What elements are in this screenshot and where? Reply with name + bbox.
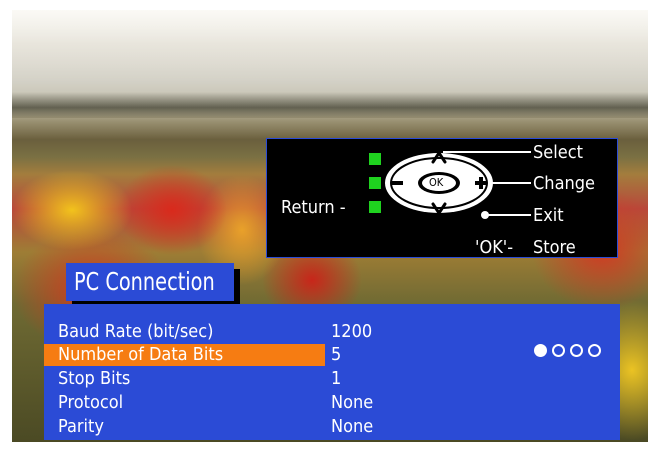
page-title: PC Connection	[74, 267, 215, 296]
store-label: Store	[533, 237, 576, 258]
settings-menu-panel: Baud Rate (bit/sec) 1200 Number of Data …	[44, 304, 620, 440]
menu-row-value: 5	[331, 344, 342, 365]
menu-row-protocol[interactable]: Protocol None	[44, 392, 620, 414]
change-label: Change	[533, 173, 596, 194]
remote-help-panel: OK Select Change Exit Return - 'OK'- Sto…	[266, 138, 618, 258]
menu-row-label: Parity	[58, 416, 104, 437]
menu-title-tab: PC Connection	[66, 263, 234, 301]
indicator-square-bottom	[369, 201, 381, 213]
menu-row-value: None	[331, 392, 374, 413]
ok-button-label: OK	[429, 176, 444, 189]
select-label: Select	[533, 142, 583, 163]
menu-row-label: Baud Rate (bit/sec)	[58, 321, 214, 342]
menu-row-label: Stop Bits	[58, 368, 131, 389]
menu-row-value: 1	[331, 368, 342, 389]
menu-row-value: 1200	[331, 321, 373, 342]
tree-line	[12, 92, 648, 118]
indicator-square-middle	[369, 177, 381, 189]
sky-haze	[12, 10, 648, 140]
menu-row-baud-rate[interactable]: Baud Rate (bit/sec) 1200	[44, 321, 620, 343]
menu-row-value: None	[331, 416, 374, 437]
ok-key-label: 'OK'-	[475, 237, 514, 258]
page-dot-icon	[570, 344, 583, 357]
menu-row-label: Protocol	[58, 392, 124, 413]
indicator-square-top	[369, 153, 381, 165]
menu-row-stop-bits[interactable]: Stop Bits 1	[44, 368, 620, 390]
page-dot-icon-filled	[534, 344, 547, 357]
page-dot-icon	[552, 344, 565, 357]
page-dot-icon	[588, 344, 601, 357]
menu-row-parity[interactable]: Parity None	[44, 416, 620, 438]
return-label: Return -	[281, 197, 346, 218]
exit-label: Exit	[533, 205, 564, 226]
menu-row-label: Number of Data Bits	[58, 344, 224, 365]
